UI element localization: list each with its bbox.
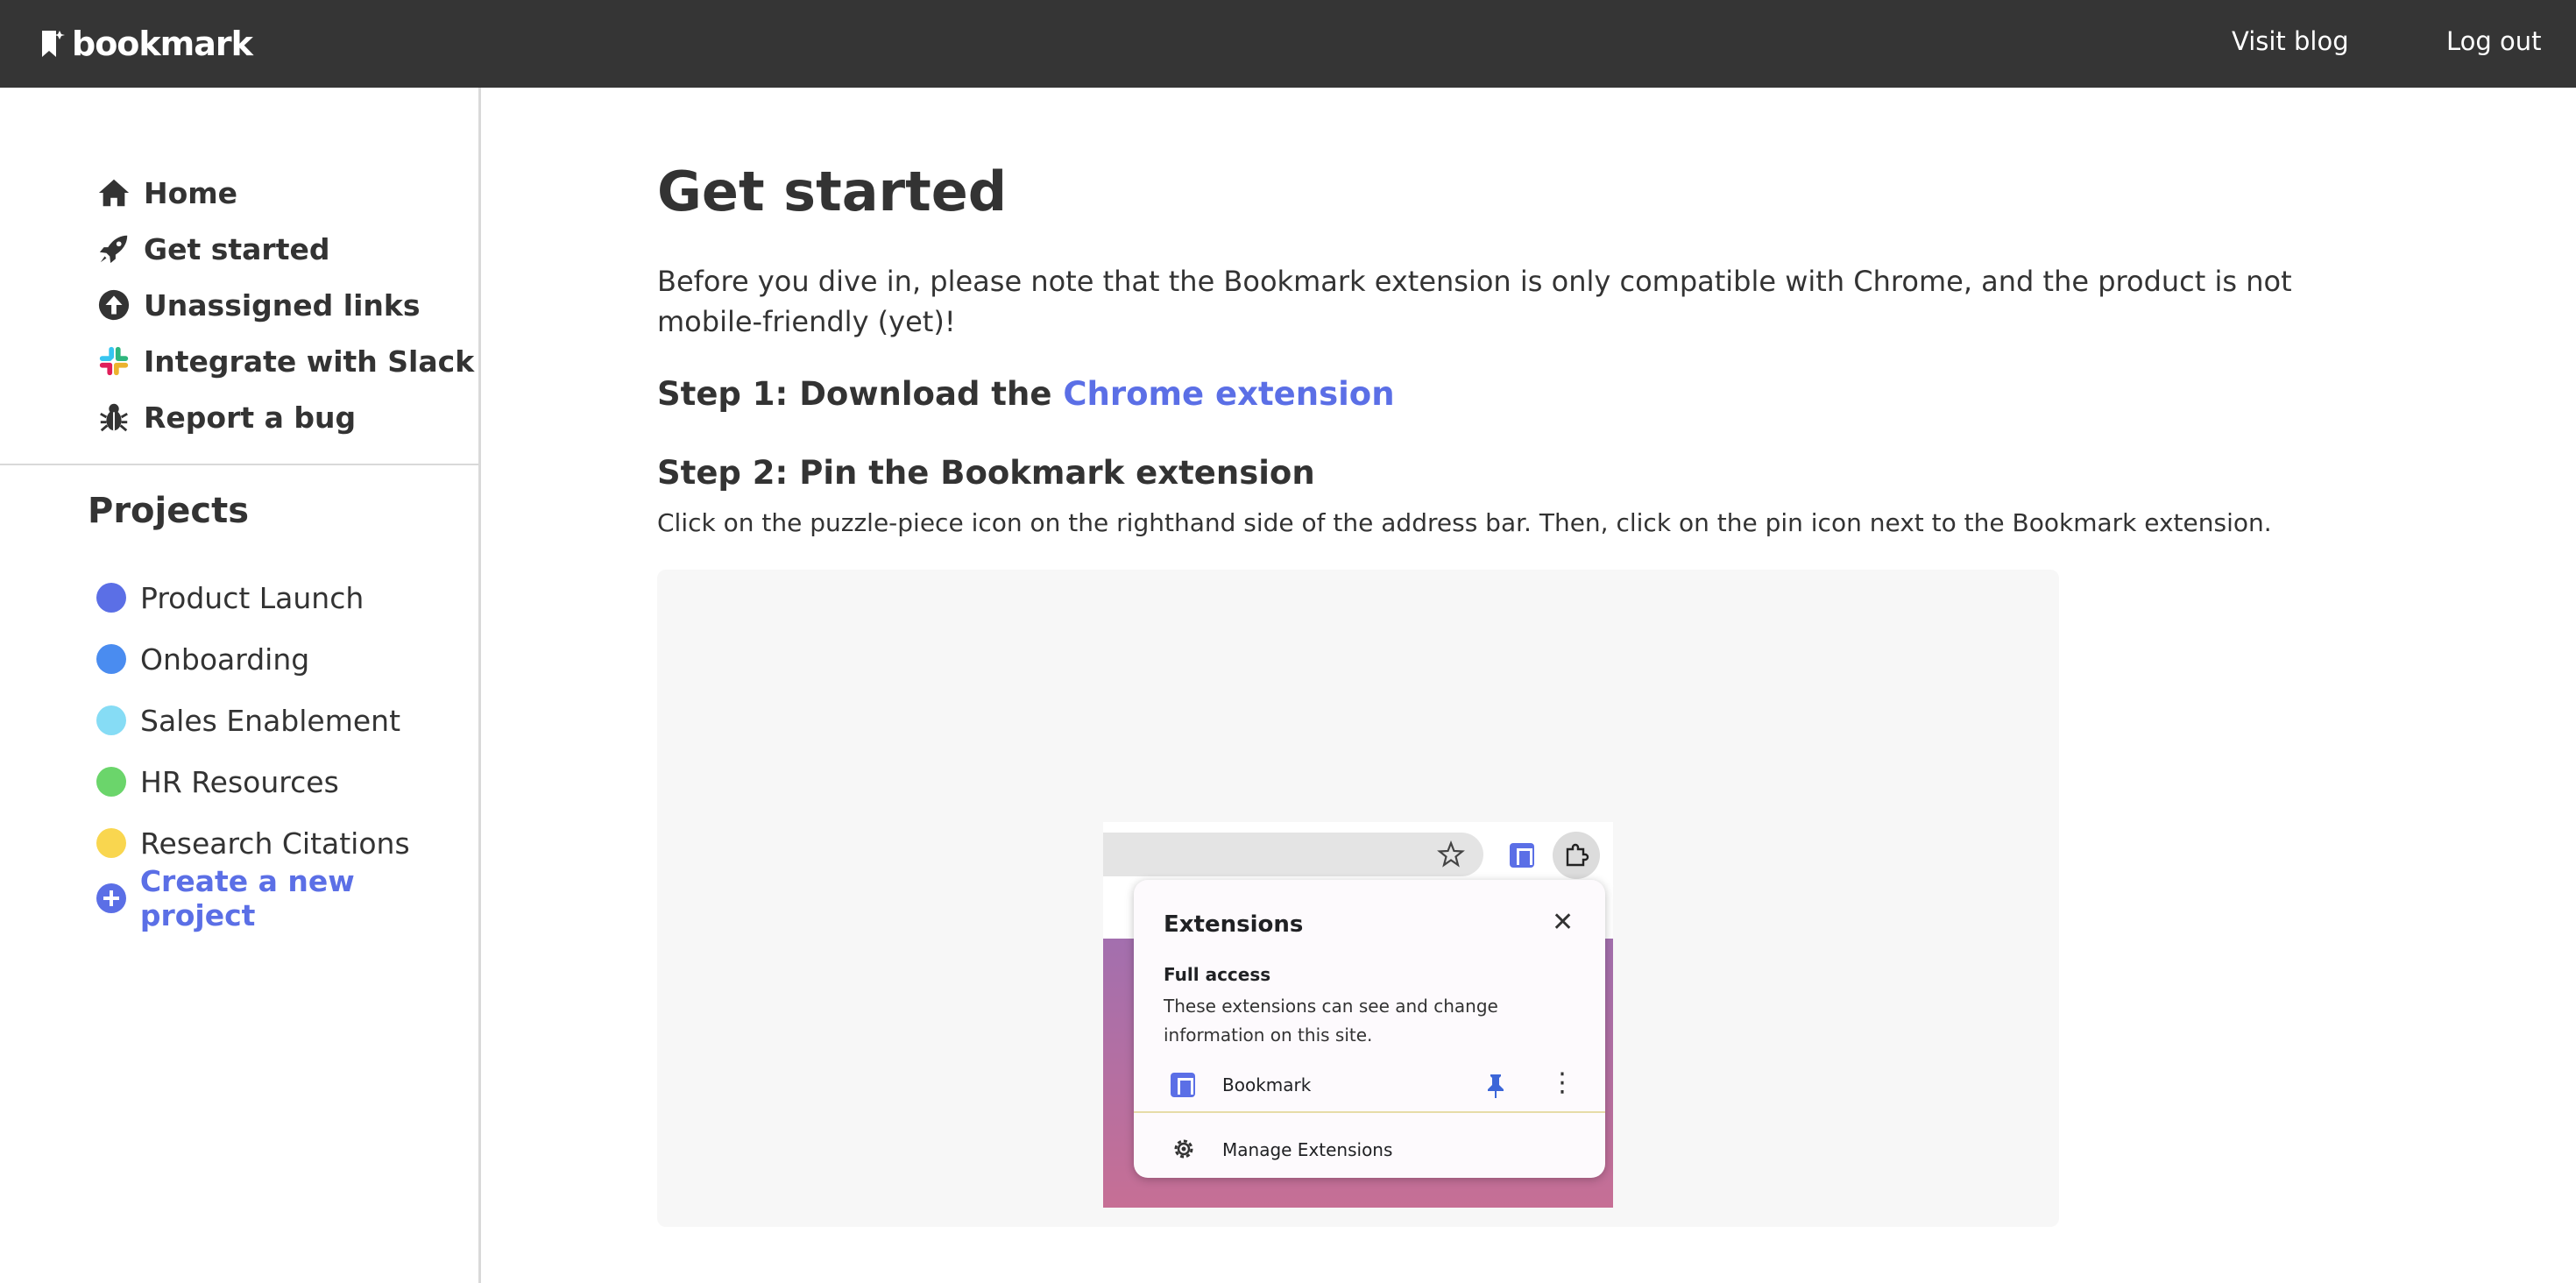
popup-divider (1134, 1111, 1605, 1113)
instruction-image-panel: Extensions ✕ Full access These extension… (657, 570, 2059, 1227)
sidebar-item-slack[interactable]: Integrate with Slack (96, 333, 474, 389)
project-color-dot (96, 767, 126, 797)
home-icon (96, 175, 131, 210)
project-item[interactable]: Sales Enablement (96, 690, 478, 751)
full-access-description: These extensions can see and change info… (1164, 996, 1498, 1046)
manage-extensions-row: Manage Extensions (1164, 1129, 1575, 1167)
top-bar: bookmark Visit blog Log out (0, 0, 2576, 88)
plus-circle-icon (96, 883, 126, 913)
project-color-dot (96, 828, 126, 858)
projects-list: Product Launch Onboarding Sales Enableme… (96, 567, 478, 932)
bookmark-extension-icon (1171, 1073, 1195, 1097)
puzzle-piece-icon (1553, 832, 1600, 879)
manage-extensions-label: Manage Extensions (1222, 1139, 1393, 1160)
sidebar-item-unassigned-links[interactable]: Unassigned links (96, 277, 474, 333)
sidebar-item-label: Report a bug (144, 400, 357, 435)
project-label: Research Citations (140, 826, 410, 861)
create-project-button[interactable]: Create a new project (96, 864, 478, 932)
sidebar-item-label: Get started (144, 231, 330, 266)
sidebar-item-get-started[interactable]: Get started (96, 221, 474, 277)
step-2-description: Click on the puzzle-piece icon on the ri… (657, 508, 2272, 537)
sidebar: Home Get started Unassigned links Integr… (0, 88, 481, 1283)
project-label: Onboarding (140, 642, 310, 677)
projects-heading: Projects (88, 491, 250, 531)
intro-text: Before you dive in, please note that the… (657, 265, 2292, 338)
gear-icon (1174, 1139, 1193, 1159)
log-out-link[interactable]: Log out (2446, 26, 2542, 56)
extension-name: Bookmark (1222, 1074, 1312, 1095)
sidebar-item-home[interactable]: Home (96, 165, 474, 221)
address-bar (1103, 833, 1483, 876)
extension-screenshot: Extensions ✕ Full access These extension… (1103, 822, 1613, 1208)
project-color-dot (96, 583, 126, 613)
star-icon (1437, 840, 1465, 868)
popup-title: Extensions (1164, 911, 1304, 938)
sidebar-item-label: Home (144, 175, 238, 210)
logo[interactable]: bookmark (40, 25, 253, 63)
arrow-up-circle-icon (96, 287, 131, 323)
extension-row: Bookmark ⋮ (1164, 1064, 1575, 1102)
bookmark-extension-icon (1510, 843, 1534, 868)
project-color-dot (96, 644, 126, 674)
page-title: Get started (657, 159, 1008, 223)
step-2-heading: Step 2: Pin the Bookmark extension (657, 454, 1315, 492)
rocket-icon (96, 231, 131, 266)
sidebar-nav: Home Get started Unassigned links Integr… (96, 165, 474, 445)
logo-text: bookmark (72, 25, 253, 63)
sidebar-item-label: Unassigned links (144, 287, 421, 323)
full-access-heading: Full access (1164, 964, 1271, 985)
project-item[interactable]: Product Launch (96, 567, 478, 628)
slack-icon (96, 344, 131, 379)
project-label: HR Resources (140, 764, 339, 799)
project-label: Product Launch (140, 580, 364, 615)
extensions-popup: Extensions ✕ Full access These extension… (1134, 880, 1605, 1178)
bug-icon (96, 400, 131, 435)
sidebar-item-report-bug[interactable]: Report a bug (96, 389, 474, 445)
project-item[interactable]: HR Resources (96, 751, 478, 812)
chrome-extension-link[interactable]: Chrome extension (1063, 375, 1394, 413)
sidebar-item-label: Integrate with Slack (144, 344, 475, 379)
create-project-label: Create a new project (139, 864, 355, 932)
project-item[interactable]: Onboarding (96, 628, 478, 690)
step-1-text: Step 1: Download the (657, 375, 1052, 413)
sidebar-divider (0, 464, 478, 465)
pin-icon (1488, 1074, 1504, 1098)
more-vert-icon: ⋮ (1549, 1067, 1575, 1098)
bookmark-logo-icon (42, 31, 65, 57)
visit-blog-link[interactable]: Visit blog (2232, 26, 2349, 56)
project-color-dot (96, 705, 126, 735)
close-icon: ✕ (1552, 907, 1575, 938)
step-1-heading: Step 1: Download the Chrome extension (657, 375, 1395, 413)
project-label: Sales Enablement (140, 703, 401, 738)
